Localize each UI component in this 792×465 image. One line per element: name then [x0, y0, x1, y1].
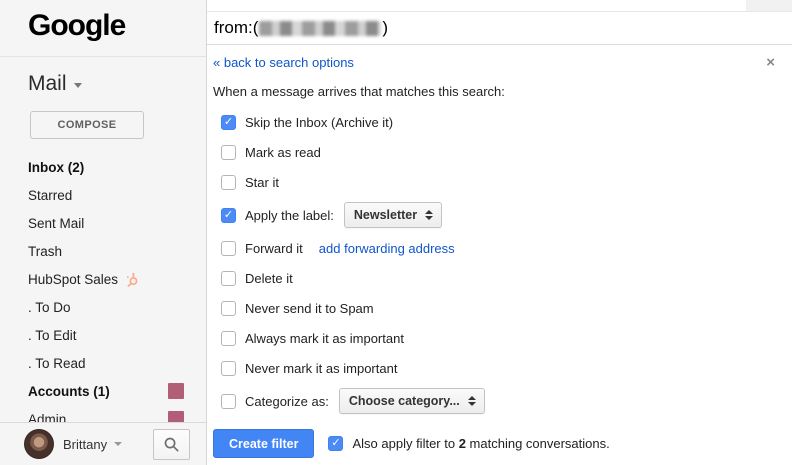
sidebar-item-label: Starred — [28, 188, 72, 203]
mail-menu[interactable]: Mail — [28, 72, 206, 96]
also-apply-text: Also apply filter to 2 matching conversa… — [352, 436, 609, 451]
filter-option-never-mark-it-as-important: Never mark it as important — [213, 355, 778, 381]
search-icon — [163, 436, 180, 453]
checkbox-mark-as-read[interactable] — [221, 145, 236, 160]
create-filter-button[interactable]: Create filter — [213, 429, 314, 458]
filter-option-mark-as-read: Mark as read — [213, 139, 778, 165]
panel-intro-text: When a message arrives that matches this… — [213, 84, 778, 99]
close-icon[interactable]: × — [763, 55, 778, 70]
option-label[interactable]: Always mark it as important — [245, 331, 404, 346]
option-label[interactable]: Skip the Inbox (Archive it) — [245, 115, 393, 130]
filter-option-never-send-it-to-spam: Never send it to Spam — [213, 295, 778, 321]
label-color-swatch[interactable] — [168, 383, 184, 399]
option-label[interactable]: Never mark it as important — [245, 361, 397, 376]
sidebar-item-label: Sent Mail — [28, 216, 84, 231]
checkbox-categorize-as[interactable] — [221, 394, 236, 409]
sidebar-item-label: . To Read — [28, 356, 86, 371]
checkbox-always-mark-it-as-important[interactable] — [221, 331, 236, 346]
checkbox-never-send-it-to-spam[interactable] — [221, 301, 236, 316]
checkbox-apply-the-label[interactable]: ✓ — [221, 208, 236, 223]
sidebar-nav: Inbox (2) Starred Sent Mail Trash HubSpot Sa… — [0, 153, 206, 433]
main-area: from:() « back to search options × When … — [207, 0, 792, 465]
option-label[interactable]: Star it — [245, 175, 279, 190]
sidebar-item-label: Inbox (2) — [28, 160, 84, 175]
option-label[interactable]: Apply the label: — [245, 208, 334, 223]
actions-row: Create filter ✓ Also apply filter to 2 m… — [213, 429, 778, 458]
sidebar-item-accounts-1[interactable]: Accounts (1) — [0, 377, 206, 405]
logo-area: Google — [0, 0, 206, 57]
checkbox-star-it[interactable] — [221, 175, 236, 190]
check-mark-icon: ✓ — [224, 210, 233, 221]
chevron-down-icon[interactable] — [114, 442, 122, 446]
hubspot-sprocket-icon — [125, 272, 140, 287]
checkbox-also-apply-filter[interactable]: ✓ — [328, 436, 343, 451]
checkbox-forward-it[interactable] — [221, 241, 236, 256]
sidebar-item-sent-mail[interactable]: Sent Mail — [0, 209, 206, 237]
sidebar-item-inbox-2[interactable]: Inbox (2) — [0, 153, 206, 181]
sidebar: Google Mail COMPOSE Inbox (2) Starred Sent… — [0, 0, 207, 465]
option-label[interactable]: Categorize as: — [245, 394, 329, 409]
select-newsletter[interactable]: Newsletter — [344, 202, 442, 228]
corner-block — [746, 0, 792, 11]
select-value: Choose category... — [349, 394, 460, 408]
filter-options: ✓ Skip the Inbox (Archive it) Mark as read… — [213, 109, 778, 417]
account-footer: Brittany — [0, 422, 206, 465]
filter-option-apply-the-label: ✓ Apply the label: Newsletter — [213, 199, 778, 231]
account-name[interactable]: Brittany — [63, 437, 107, 452]
mail-menu-label: Mail — [28, 72, 67, 96]
chevron-down-icon — [74, 83, 82, 88]
sidebar-item-label: . To Edit — [28, 328, 77, 343]
option-label[interactable]: Mark as read — [245, 145, 321, 160]
filter-option-skip-the-inbox-archive-it: ✓ Skip the Inbox (Archive it) — [213, 109, 778, 135]
search-query-suffix: ) — [382, 18, 388, 38]
gmail-window: Google Mail COMPOSE Inbox (2) Starred Sent… — [0, 0, 792, 465]
sidebar-item-trash[interactable]: Trash — [0, 237, 206, 265]
filter-option-delete-it: Delete it — [213, 265, 778, 291]
filter-option-forward-it: Forward it add forwarding address — [213, 235, 778, 261]
checkbox-never-mark-it-as-important[interactable] — [221, 361, 236, 376]
option-label[interactable]: Never send it to Spam — [245, 301, 374, 316]
search-query-bar[interactable]: from:() — [207, 11, 792, 45]
filter-option-always-mark-it-as-important: Always mark it as important — [213, 325, 778, 351]
back-to-search-options-link[interactable]: « back to search options — [213, 55, 354, 70]
checkbox-skip-the-inbox-archive-it[interactable]: ✓ — [221, 115, 236, 130]
select-value: Newsletter — [354, 208, 417, 222]
option-label[interactable]: Delete it — [245, 271, 293, 286]
search-query-prefix: from:( — [214, 18, 258, 38]
check-mark-icon: ✓ — [224, 117, 233, 128]
sidebar-item-to-edit[interactable]: . To Edit — [0, 321, 206, 349]
filter-option-categorize-as: Categorize as: Choose category... — [213, 385, 778, 417]
sidebar-item-label: Trash — [28, 244, 62, 259]
updown-arrows-icon — [468, 396, 476, 406]
sidebar-item-hubspot-sales[interactable]: HubSpot Sales — [0, 265, 206, 293]
also-apply-row: ✓ Also apply filter to 2 matching conver… — [328, 436, 609, 451]
avatar[interactable] — [24, 429, 54, 459]
sidebar-item-to-read[interactable]: . To Read — [0, 349, 206, 377]
filter-option-star-it: Star it — [213, 169, 778, 195]
updown-arrows-icon — [425, 210, 433, 220]
sidebar-item-label: HubSpot Sales — [28, 272, 118, 287]
check-mark-icon: ✓ — [331, 438, 340, 449]
sidebar-item-label: Accounts (1) — [28, 384, 110, 399]
sidebar-item-label: . To Do — [28, 300, 71, 315]
select-choose-category[interactable]: Choose category... — [339, 388, 485, 414]
filter-panel: « back to search options × When a messag… — [207, 53, 792, 458]
matching-count: 2 — [459, 436, 466, 451]
google-logo: Google — [28, 9, 125, 42]
checkbox-delete-it[interactable] — [221, 271, 236, 286]
sidebar-item-to-do[interactable]: . To Do — [0, 293, 206, 321]
redacted-query-text — [259, 21, 381, 36]
sidebar-item-starred[interactable]: Starred — [0, 181, 206, 209]
back-row: « back to search options × — [213, 53, 778, 71]
add-forwarding-address-link[interactable]: add forwarding address — [319, 241, 455, 256]
option-label[interactable]: Forward it — [245, 241, 303, 256]
compose-button[interactable]: COMPOSE — [30, 111, 144, 139]
search-button[interactable] — [153, 429, 190, 460]
